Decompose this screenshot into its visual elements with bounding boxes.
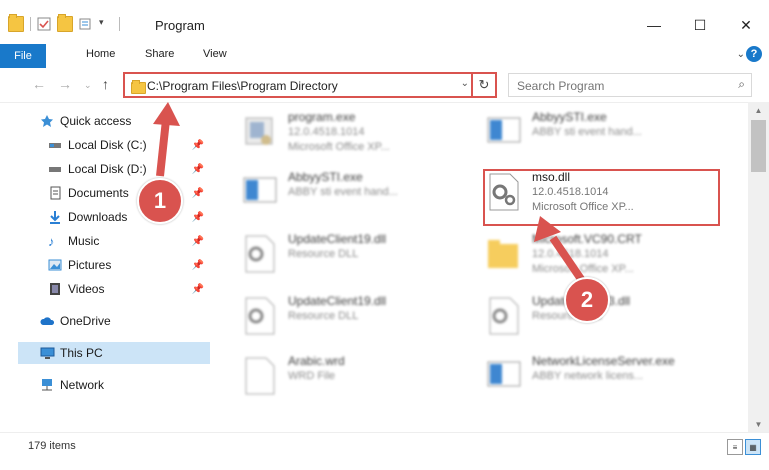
annotation-step-2: 2 (564, 277, 610, 323)
annotation-arrows (153, 102, 589, 288)
arrow-1-line (156, 119, 170, 177)
annotation-step-1: 1 (137, 178, 183, 224)
arrow-1-head (153, 102, 180, 126)
